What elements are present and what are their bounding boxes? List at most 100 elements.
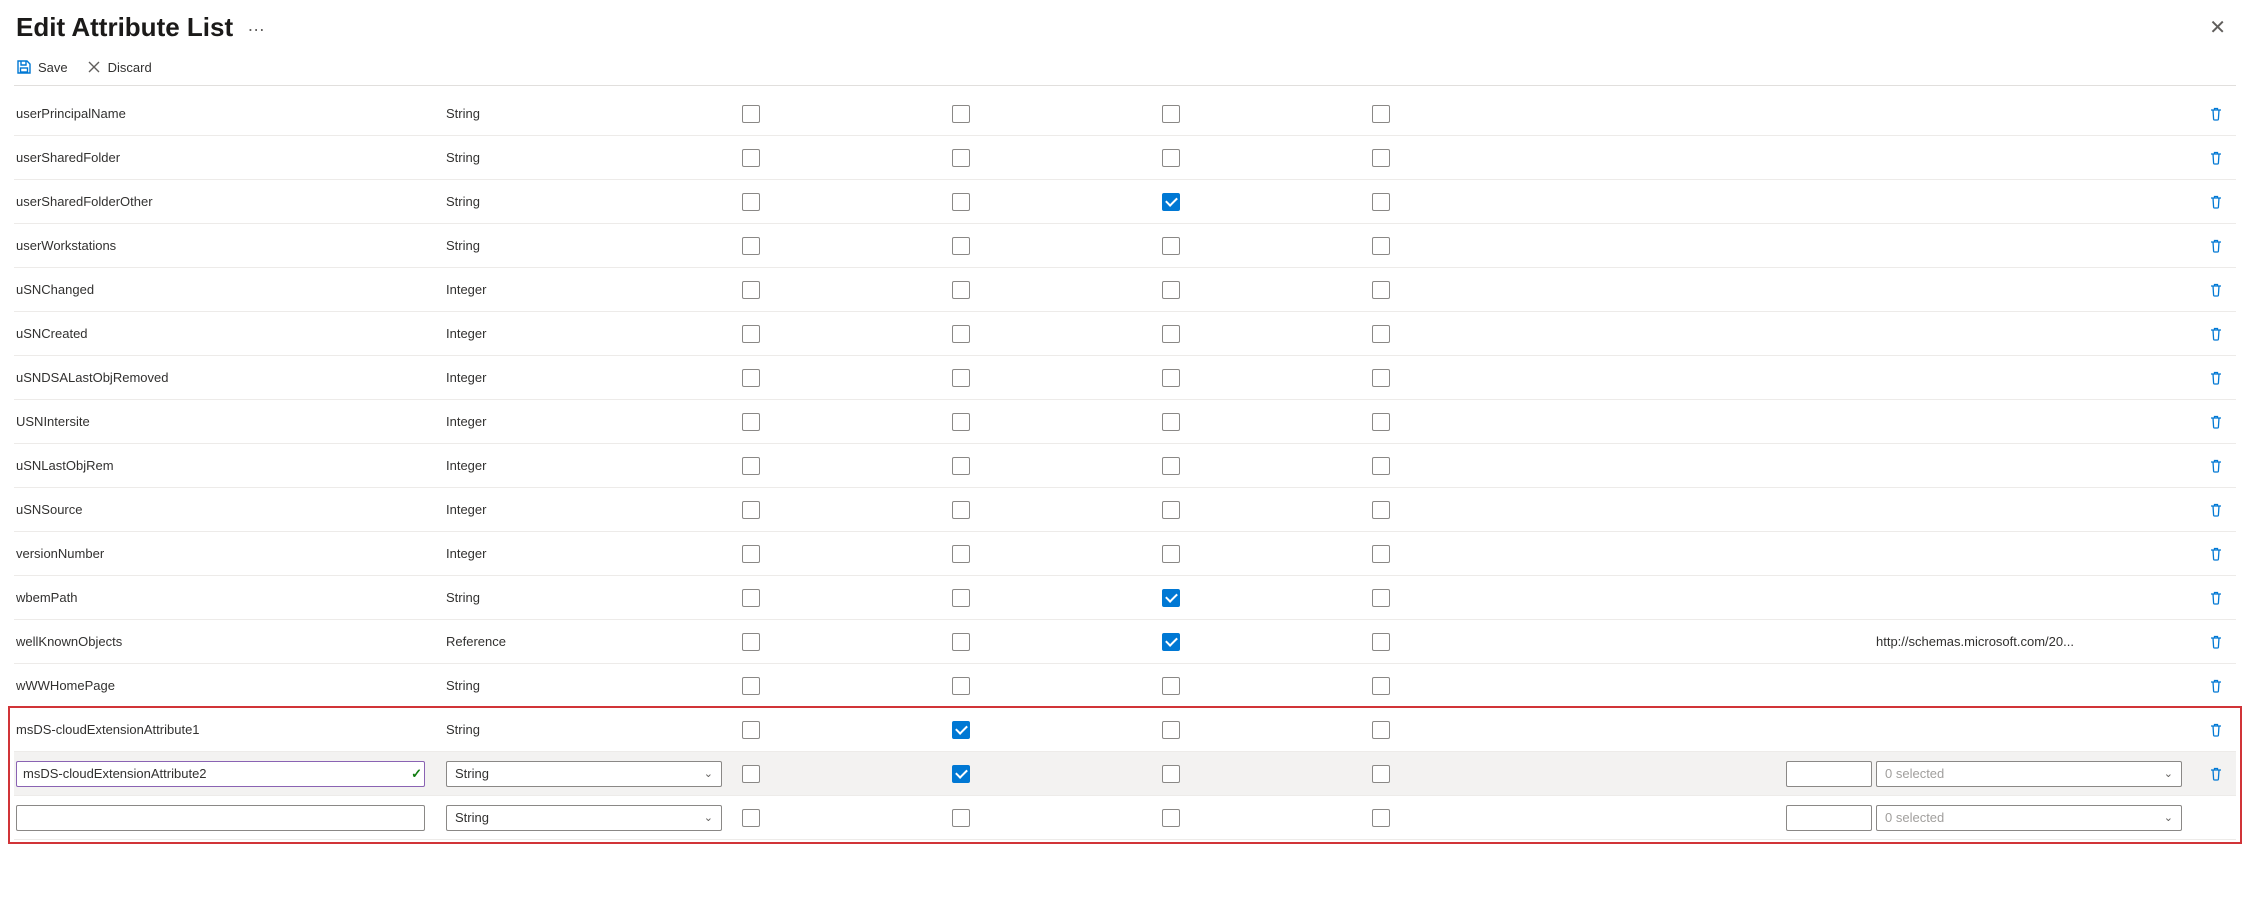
checkbox[interactable]	[1372, 545, 1390, 563]
checkbox[interactable]	[742, 237, 760, 255]
checkbox[interactable]	[1162, 677, 1180, 695]
checkbox[interactable]	[952, 589, 970, 607]
checkbox[interactable]	[1162, 765, 1180, 783]
checkbox[interactable]	[952, 721, 970, 739]
checkbox[interactable]	[1372, 281, 1390, 299]
checkbox[interactable]	[742, 149, 760, 167]
checkbox[interactable]	[952, 633, 970, 651]
checkbox[interactable]	[742, 589, 760, 607]
checkbox[interactable]	[1372, 809, 1390, 827]
checkbox[interactable]	[742, 677, 760, 695]
checkbox[interactable]	[1162, 721, 1180, 739]
checkbox[interactable]	[952, 237, 970, 255]
checkbox[interactable]	[1162, 633, 1180, 651]
checkbox[interactable]	[1162, 281, 1180, 299]
delete-button[interactable]	[2196, 590, 2236, 606]
close-icon[interactable]: ✕	[2209, 15, 2232, 40]
delete-button[interactable]	[2196, 546, 2236, 562]
checkbox[interactable]	[952, 193, 970, 211]
checkbox[interactable]	[1162, 545, 1180, 563]
checkbox[interactable]	[742, 765, 760, 783]
attr-type-value: String	[455, 766, 489, 781]
checkbox[interactable]	[1372, 501, 1390, 519]
checkbox[interactable]	[1162, 237, 1180, 255]
discard-button[interactable]: Discard	[86, 59, 152, 75]
checkbox[interactable]	[1162, 809, 1180, 827]
checkbox[interactable]	[1162, 105, 1180, 123]
checkbox[interactable]	[742, 721, 760, 739]
delete-button[interactable]	[2196, 150, 2236, 166]
delete-button[interactable]	[2196, 370, 2236, 386]
attr-name-input[interactable]	[16, 761, 425, 787]
checkbox[interactable]	[1162, 149, 1180, 167]
checkbox[interactable]	[1372, 677, 1390, 695]
attr-picker-input[interactable]	[1786, 805, 1872, 831]
attr-name-input-wrap	[16, 805, 446, 831]
checkbox[interactable]	[952, 281, 970, 299]
delete-button[interactable]	[2196, 194, 2236, 210]
save-button[interactable]: Save	[16, 59, 68, 75]
checkbox[interactable]	[1372, 237, 1390, 255]
delete-button[interactable]	[2196, 238, 2236, 254]
checkbox[interactable]	[952, 149, 970, 167]
checkbox[interactable]	[742, 281, 760, 299]
delete-button[interactable]	[2196, 502, 2236, 518]
delete-button[interactable]	[2196, 458, 2236, 474]
delete-button[interactable]	[2196, 678, 2236, 694]
checkbox[interactable]	[1372, 765, 1390, 783]
checkbox[interactable]	[952, 413, 970, 431]
attr-name-input[interactable]	[16, 805, 425, 831]
checkbox[interactable]	[952, 105, 970, 123]
checkbox[interactable]	[1372, 457, 1390, 475]
checkbox[interactable]	[1372, 193, 1390, 211]
checkbox[interactable]	[952, 545, 970, 563]
checkbox[interactable]	[1162, 457, 1180, 475]
more-icon[interactable]: …	[247, 15, 266, 40]
delete-button[interactable]	[2196, 414, 2236, 430]
attr-row: uSNChangedInteger	[14, 268, 2236, 312]
checkbox[interactable]	[742, 809, 760, 827]
checkbox[interactable]	[1162, 589, 1180, 607]
delete-button[interactable]	[2196, 106, 2236, 122]
attr-type-select[interactable]: String ⌄	[446, 761, 722, 787]
checkbox[interactable]	[1372, 149, 1390, 167]
attr-multiselect[interactable]: 0 selected⌄	[1876, 761, 2182, 787]
checkbox[interactable]	[952, 457, 970, 475]
checkbox[interactable]	[742, 457, 760, 475]
attr-picker-input[interactable]	[1786, 761, 1872, 787]
checkbox[interactable]	[742, 369, 760, 387]
checkbox[interactable]	[1162, 193, 1180, 211]
delete-button[interactable]	[2196, 722, 2236, 738]
checkbox[interactable]	[1162, 413, 1180, 431]
checkbox[interactable]	[742, 105, 760, 123]
delete-button[interactable]	[2196, 282, 2236, 298]
checkbox[interactable]	[952, 809, 970, 827]
checkbox[interactable]	[952, 325, 970, 343]
delete-button[interactable]	[2196, 634, 2236, 650]
checkbox[interactable]	[1372, 369, 1390, 387]
checkbox[interactable]	[742, 633, 760, 651]
checkbox[interactable]	[952, 369, 970, 387]
checkbox[interactable]	[1162, 325, 1180, 343]
chevron-down-icon: ⌄	[704, 767, 713, 780]
attr-multiselect[interactable]: 0 selected⌄	[1876, 805, 2182, 831]
checkbox[interactable]	[742, 325, 760, 343]
checkbox[interactable]	[742, 545, 760, 563]
delete-button[interactable]	[2196, 326, 2236, 342]
checkbox[interactable]	[742, 413, 760, 431]
checkbox[interactable]	[1162, 369, 1180, 387]
checkbox[interactable]	[1372, 105, 1390, 123]
checkbox[interactable]	[952, 765, 970, 783]
checkbox[interactable]	[742, 193, 760, 211]
attr-type-select[interactable]: String⌄	[446, 805, 722, 831]
checkbox[interactable]	[952, 677, 970, 695]
checkbox[interactable]	[1372, 589, 1390, 607]
checkbox[interactable]	[1372, 721, 1390, 739]
checkbox[interactable]	[742, 501, 760, 519]
checkbox[interactable]	[1162, 501, 1180, 519]
checkbox[interactable]	[1372, 633, 1390, 651]
checkbox[interactable]	[1372, 325, 1390, 343]
delete-button[interactable]	[2196, 766, 2236, 782]
checkbox[interactable]	[952, 501, 970, 519]
checkbox[interactable]	[1372, 413, 1390, 431]
